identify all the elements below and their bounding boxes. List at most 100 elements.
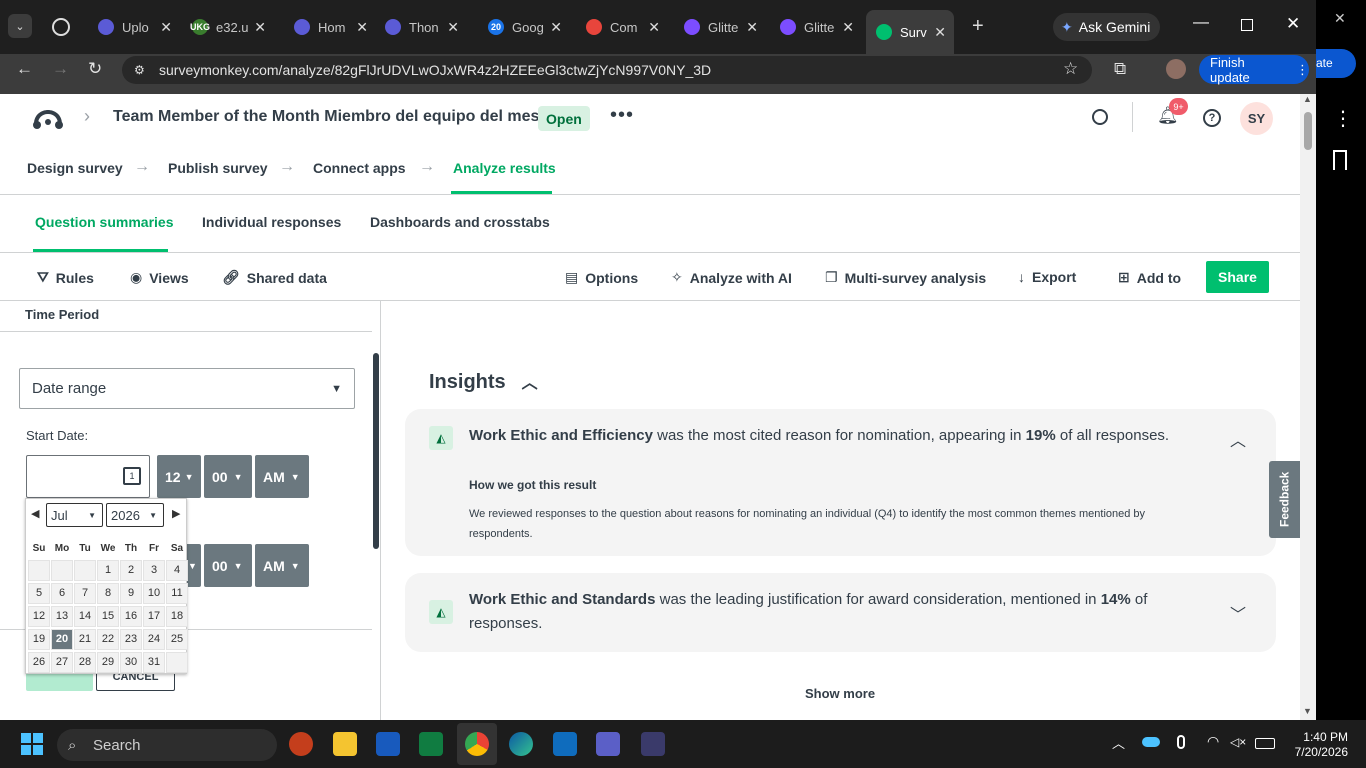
tab-close-icon[interactable]: ✕ xyxy=(648,19,660,36)
tab-individual-responses[interactable]: Individual responses xyxy=(202,214,341,230)
add-to-button[interactable]: ⊞ Add to xyxy=(1118,269,1181,286)
word-icon[interactable] xyxy=(376,732,400,756)
reload-icon[interactable]: ↻ xyxy=(88,59,102,79)
close-icon[interactable]: ✕ xyxy=(1334,10,1346,27)
end-minute-select[interactable]: 00 ▼ xyxy=(204,544,252,587)
tab-close-icon[interactable]: ✕ xyxy=(550,19,562,36)
calendar-day[interactable]: 9 xyxy=(120,583,142,604)
year-select[interactable]: 2026 ▼ xyxy=(106,503,164,527)
teams-icon[interactable] xyxy=(596,732,620,756)
chrome-icon[interactable] xyxy=(465,732,489,756)
browser-tab[interactable]: Glitte ✕ xyxy=(770,10,862,44)
calendar-day[interactable]: 22 xyxy=(97,629,119,650)
calendar-day[interactable]: 21 xyxy=(74,629,96,650)
browser-tab[interactable]: Com ✕ xyxy=(576,10,668,44)
volume-muted-icon[interactable]: ◁× xyxy=(1230,735,1246,749)
close-window-button[interactable]: ✕ xyxy=(1286,14,1300,34)
analyze-with-ai-button[interactable]: ✧ Analyze with AI xyxy=(671,269,792,286)
scroll-down-icon[interactable]: ▼ xyxy=(1303,706,1312,716)
tab-close-icon[interactable]: ✕ xyxy=(160,19,172,36)
calendar-day[interactable]: 14 xyxy=(74,606,96,627)
chevron-down-icon[interactable]: ﹀ xyxy=(1230,601,1246,625)
partial-update-button[interactable]: ate xyxy=(1316,49,1356,78)
excel-icon[interactable] xyxy=(419,732,443,756)
calendar-day[interactable]: 13 xyxy=(51,606,73,627)
tab-question-summaries[interactable]: Question summaries xyxy=(35,214,174,230)
multi-survey-analysis-button[interactable]: ❐ Multi-survey analysis xyxy=(825,269,986,286)
tab-dashboards-crosstabs[interactable]: Dashboards and crosstabs xyxy=(370,214,550,230)
browser-tab[interactable]: 20 Goog ✕ xyxy=(478,10,570,44)
back-icon[interactable]: ← xyxy=(16,59,33,79)
glitter-app-icon[interactable] xyxy=(641,732,665,756)
share-button[interactable]: Share xyxy=(1206,261,1269,293)
tray-chevron-up-icon[interactable]: ︿ xyxy=(1112,733,1125,752)
tab-close-icon[interactable]: ✕ xyxy=(934,24,946,41)
date-range-select[interactable]: Date range ▼ xyxy=(19,368,355,409)
calendar-day[interactable]: 23 xyxy=(120,629,142,650)
tab-close-icon[interactable]: ✕ xyxy=(842,19,854,36)
tab-close-icon[interactable]: ✕ xyxy=(746,19,758,36)
next-month-icon[interactable]: ▶ xyxy=(172,507,180,520)
tab-close-icon[interactable]: ✕ xyxy=(254,19,266,36)
bookmark-star-icon[interactable]: ☆ xyxy=(1063,59,1078,79)
calendar-day[interactable]: 17 xyxy=(143,606,165,627)
profile-avatar[interactable] xyxy=(1166,59,1186,79)
step-connect-apps[interactable]: Connect apps xyxy=(313,160,406,176)
calendar-day[interactable]: 27 xyxy=(51,652,73,673)
calendar-icon[interactable]: 1 xyxy=(123,467,141,485)
tab-search-button[interactable]: ⌄ xyxy=(8,14,32,38)
calendar-day[interactable]: 20 xyxy=(51,629,73,650)
file-explorer-icon[interactable] xyxy=(333,732,357,756)
edge-icon[interactable] xyxy=(509,732,533,756)
calendar-day[interactable]: 5 xyxy=(28,583,50,604)
scroll-up-icon[interactable]: ▲ xyxy=(1303,94,1312,104)
calendar-day[interactable]: 8 xyxy=(97,583,119,604)
views-button[interactable]: ◉ Views xyxy=(130,269,189,286)
browser-tab[interactable]: Surv ✕ xyxy=(866,10,954,54)
browser-tab[interactable]: Glitte ✕ xyxy=(674,10,766,44)
maximize-button[interactable] xyxy=(1241,19,1253,31)
more-options-button[interactable]: ••• xyxy=(610,104,634,127)
shared-data-button[interactable]: 🔗︎ Shared data xyxy=(222,269,327,286)
step-analyze-results[interactable]: Analyze results xyxy=(453,160,556,176)
month-select[interactable]: Jul ▼ xyxy=(46,503,103,527)
calendar-day[interactable]: 24 xyxy=(143,629,165,650)
kebab-icon[interactable]: ⋮ xyxy=(1333,106,1353,131)
minimize-button[interactable]: — xyxy=(1193,14,1209,32)
forward-icon[interactable]: → xyxy=(52,59,69,79)
onedrive-icon[interactable] xyxy=(1142,737,1160,747)
calendar-day[interactable]: 15 xyxy=(97,606,119,627)
site-info-icon[interactable]: ⚙ xyxy=(134,63,145,77)
surveymonkey-logo-icon[interactable] xyxy=(30,106,66,135)
calendar-day[interactable]: 25 xyxy=(166,629,188,650)
calendar-day[interactable]: 18 xyxy=(166,606,188,627)
ask-gemini-button[interactable]: ✦ Ask Gemini xyxy=(1053,13,1160,41)
system-clock[interactable]: 1:40 PM 7/20/2026 xyxy=(1290,730,1348,760)
finish-update-button[interactable]: Finish update ⋮ xyxy=(1199,55,1309,85)
microphone-icon[interactable] xyxy=(1177,735,1185,749)
page-scrollbar[interactable]: ▲ ▼ xyxy=(1300,94,1316,720)
bookmark-icon[interactable] xyxy=(1333,150,1347,170)
calendar-day[interactable]: 31 xyxy=(143,652,165,673)
options-button[interactable]: ▤ Options xyxy=(565,269,638,286)
calendar-day[interactable]: 29 xyxy=(97,652,119,673)
calendar-day[interactable]: 11 xyxy=(166,583,188,604)
calendar-day[interactable]: 1 xyxy=(97,560,119,581)
prev-month-icon[interactable]: ◀ xyxy=(31,507,39,520)
calendar-day[interactable]: 6 xyxy=(51,583,73,604)
calendar-day[interactable]: 19 xyxy=(28,629,50,650)
browser-tab[interactable]: Uplo ✕ xyxy=(88,10,180,44)
windows-start-icon[interactable] xyxy=(21,733,43,755)
calendar-day[interactable]: 4 xyxy=(166,560,188,581)
step-design-survey[interactable]: Design survey xyxy=(27,160,123,176)
powerpoint-icon[interactable] xyxy=(289,732,313,756)
hour-select[interactable]: 12 ▼ xyxy=(157,455,201,498)
survey-title[interactable]: Team Member of the Month Miembro del equ… xyxy=(113,108,539,126)
outlook-icon[interactable] xyxy=(553,732,577,756)
browser-tab[interactable]: Hom ✕ xyxy=(284,10,376,44)
tab-close-icon[interactable]: ✕ xyxy=(447,19,459,36)
show-more-button[interactable]: Show more xyxy=(805,686,875,701)
help-icon[interactable]: ? xyxy=(1203,109,1221,127)
ampm-select[interactable]: AM ▼ xyxy=(255,455,309,498)
feedback-tab[interactable]: Feedback xyxy=(1269,461,1300,538)
